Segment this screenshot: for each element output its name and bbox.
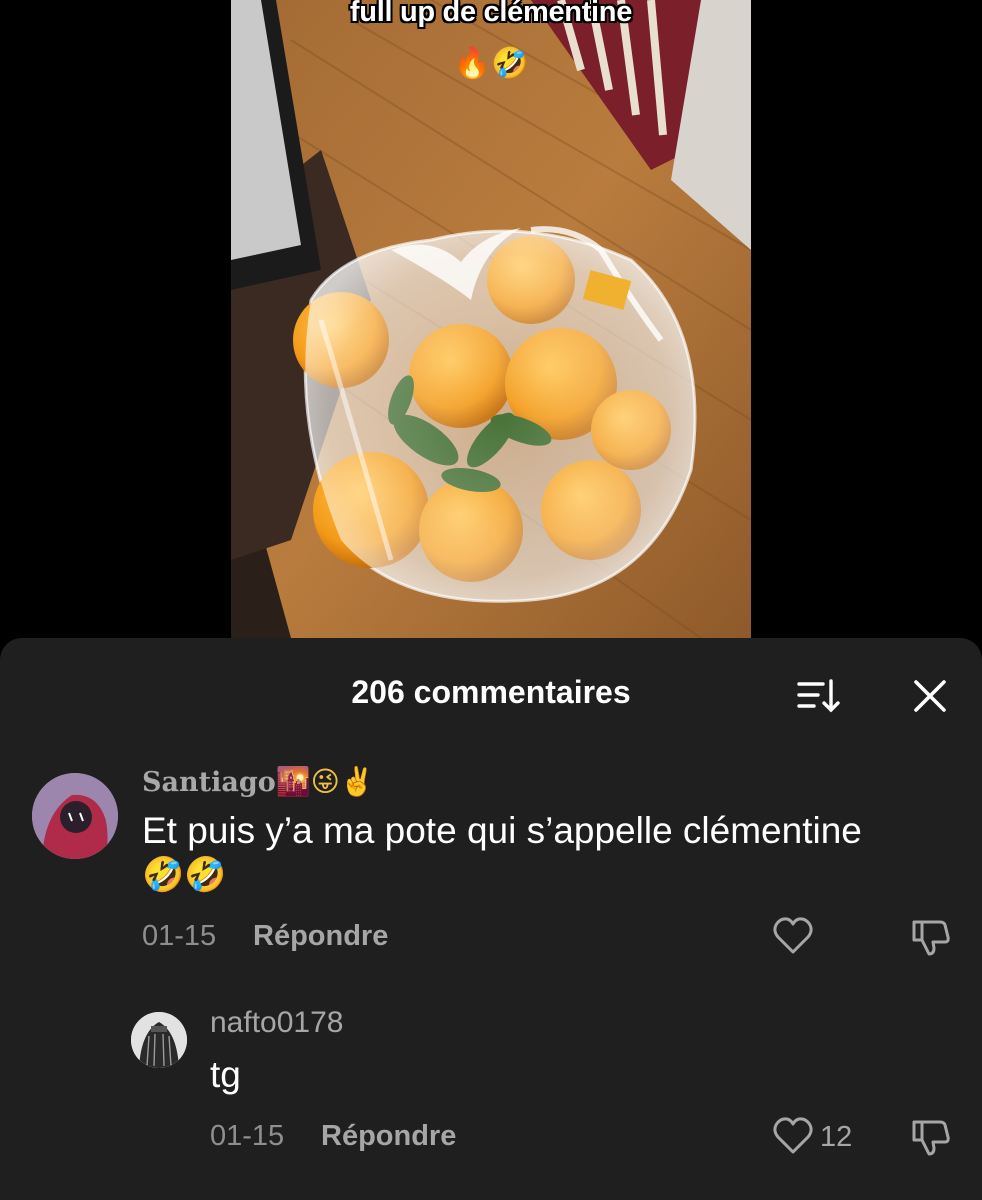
video-caption-emoji: 🔥🤣	[453, 46, 529, 81]
sort-button[interactable]	[796, 676, 842, 716]
avatar-image	[32, 773, 118, 859]
close-icon	[914, 680, 946, 712]
dislike-button[interactable]	[910, 916, 952, 958]
avatar[interactable]	[131, 1012, 187, 1068]
comment-emoji: 🤣🤣	[142, 855, 227, 895]
comment-date: 01-15	[142, 920, 217, 952]
sort-icon	[797, 679, 840, 713]
like-button[interactable]	[772, 1116, 814, 1156]
comment-text: tg	[210, 1054, 241, 1095]
heart-icon	[773, 1117, 813, 1154]
reply-button[interactable]: Répondre	[321, 1118, 456, 1154]
video-caption: full up de clémentine	[349, 0, 633, 28]
heart-icon	[773, 917, 813, 954]
video-frame-image	[231, 0, 751, 638]
video-player[interactable]: full up de clémentine 🔥🤣	[231, 0, 751, 638]
thumbs-down-icon	[912, 920, 950, 956]
close-button[interactable]	[908, 674, 952, 718]
like-count: 12	[820, 1121, 853, 1153]
username-emoji: 🌇😜✌️	[275, 765, 375, 798]
dislike-button[interactable]	[910, 1116, 952, 1158]
reply-button[interactable]: Répondre	[253, 918, 388, 954]
comment-username[interactable]: nafto0178	[210, 1005, 343, 1041]
avatar[interactable]	[32, 773, 118, 859]
like-button[interactable]	[772, 916, 814, 956]
username-text: Santiago	[142, 767, 276, 798]
comment-date: 01-15	[210, 1120, 285, 1152]
thumbs-down-icon	[912, 1120, 950, 1156]
comment-text: Et puis y’a ma pote qui s’appelle clémen…	[142, 810, 862, 851]
screen: full up de clémentine 🔥🤣 206 commentaire…	[0, 0, 982, 1200]
avatar-image	[131, 1012, 187, 1068]
comment-username[interactable]: Santiago🌇😜✌️	[142, 764, 375, 801]
